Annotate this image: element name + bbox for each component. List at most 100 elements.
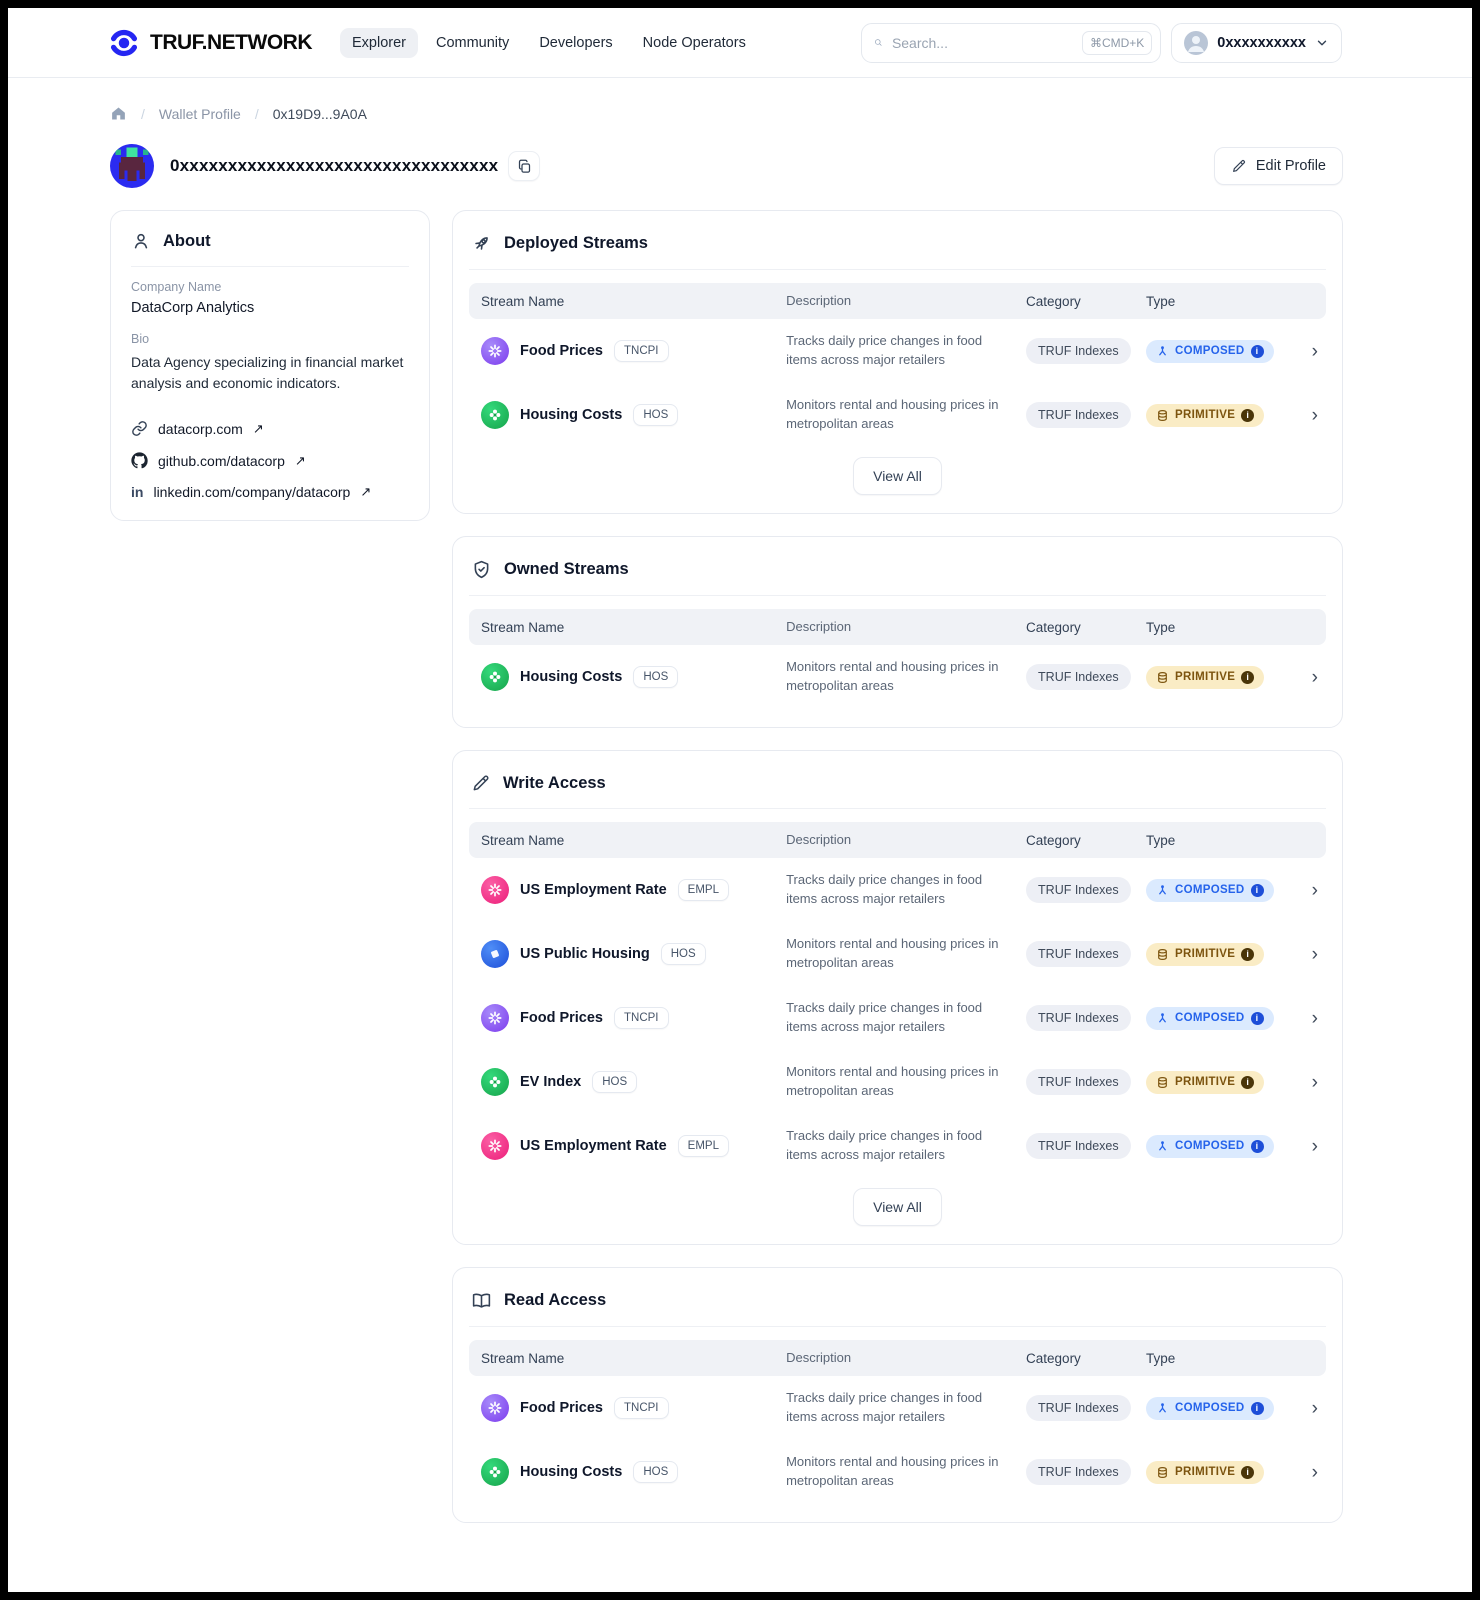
- category-badge: TRUF Indexes: [1026, 1069, 1131, 1095]
- github-link[interactable]: github.com/datacorp ↗: [131, 452, 409, 469]
- stream-description: Monitors rental and housing prices in me…: [786, 1454, 999, 1488]
- stream-icon: [481, 940, 509, 968]
- table-row[interactable]: Housing Costs HOS Monitors rental and hous…: [469, 645, 1326, 709]
- search-input[interactable]: [891, 34, 1073, 51]
- brand[interactable]: TRUF.NETWORK: [108, 27, 312, 59]
- table-row[interactable]: Food Prices TNCPI Tracks daily price chang…: [469, 1376, 1326, 1440]
- table-row[interactable]: Housing Costs HOS Monitors rental and hous…: [469, 1440, 1326, 1504]
- bio-label: Bio: [131, 332, 150, 346]
- table-rows: Housing Costs HOS Monitors rental and hous…: [469, 645, 1326, 709]
- info-icon[interactable]: i: [1241, 408, 1255, 422]
- stream-name: EV Index: [520, 1074, 582, 1090]
- type-label: COMPOSED: [1175, 884, 1245, 896]
- type-badge: PRIMITIVE i: [1146, 942, 1265, 966]
- edit-profile-button[interactable]: Edit Profile: [1213, 147, 1343, 185]
- type-label: COMPOSED: [1175, 1140, 1245, 1152]
- table-row[interactable]: US Public Housing HOS Monitors rental and …: [469, 922, 1326, 986]
- search-icon: [875, 39, 882, 46]
- type-badge: COMPOSED i: [1146, 339, 1274, 363]
- website-link[interactable]: datacorp.com ↗: [131, 420, 409, 437]
- info-icon[interactable]: i: [1250, 883, 1264, 897]
- composed-fork-icon: [1159, 884, 1166, 894]
- info-icon[interactable]: i: [1250, 1401, 1264, 1415]
- chevron-right-icon[interactable]: ›: [1296, 1463, 1326, 1482]
- home-icon[interactable]: [110, 105, 127, 122]
- composed-fork-icon: [1159, 1402, 1166, 1412]
- chevron-right-icon[interactable]: ›: [1296, 668, 1326, 687]
- account-menu-button[interactable]: 0xxxxxxxxxx: [1171, 22, 1342, 63]
- stream-description: Tracks daily price changes in food items…: [786, 333, 983, 367]
- top-navigation-bar: TRUF.NETWORK Explorer Community Develope…: [8, 8, 1472, 78]
- category-badge: TRUF Indexes: [1026, 1459, 1131, 1485]
- chevron-right-icon[interactable]: ›: [1296, 406, 1326, 425]
- info-icon[interactable]: i: [1241, 1075, 1255, 1089]
- chevron-right-icon[interactable]: ›: [1296, 342, 1326, 361]
- profile-header: 0xxxxxxxxxxxxxxxxxxxxxxxxxxxxxxxxx Edit …: [8, 122, 1472, 188]
- copy-address-button[interactable]: [508, 151, 541, 181]
- truf-logo-icon: [110, 29, 138, 56]
- primitive-database-icon: [1158, 1076, 1167, 1088]
- stream-name-cell: Food Prices TNCPI: [469, 1394, 786, 1422]
- stream-name-cell: Food Prices TNCPI: [469, 337, 786, 365]
- table-row[interactable]: US Employment Rate EMPL Tracks daily price…: [469, 858, 1326, 922]
- info-icon[interactable]: i: [1250, 344, 1264, 358]
- table-rows: US Employment Rate EMPL Tracks daily price…: [469, 858, 1326, 1178]
- external-arrow: ↗: [252, 420, 264, 436]
- streams-column: Deployed Streams Stream Name Description C…: [452, 210, 1343, 1523]
- stream-ticker-badge: TNCPI: [614, 340, 669, 362]
- chevron-right-icon[interactable]: ›: [1296, 1399, 1326, 1418]
- stream-icon: [481, 401, 509, 429]
- pencil-icon: [473, 775, 489, 791]
- breadcrumb-wallet-profile[interactable]: Wallet Profile: [159, 106, 241, 122]
- table-row[interactable]: Food Prices TNCPI Tracks daily price chang…: [469, 319, 1326, 383]
- section-title: Read Access: [504, 1291, 607, 1309]
- table-row[interactable]: EV Index HOS Monitors rental and housing p…: [469, 1050, 1326, 1114]
- nav-item-node-operators[interactable]: Node Operators: [631, 28, 758, 58]
- info-icon[interactable]: i: [1241, 947, 1255, 961]
- stream-name: Housing Costs: [520, 669, 623, 685]
- info-icon[interactable]: i: [1241, 670, 1255, 684]
- stream-name-cell: Housing Costs HOS: [469, 663, 786, 691]
- section-title: Write Access: [503, 773, 606, 792]
- linkedin-link[interactable]: in linkedin.com/company/datacorp ↗: [131, 484, 409, 500]
- column-header: Category: [1026, 293, 1081, 309]
- stream-name-cell: US Public Housing HOS: [469, 940, 786, 968]
- info-icon[interactable]: i: [1241, 1465, 1255, 1479]
- chevron-right-icon[interactable]: ›: [1296, 881, 1326, 900]
- view-all-button[interactable]: View All: [853, 457, 942, 495]
- nav-item-explorer[interactable]: Explorer: [339, 27, 418, 58]
- type-label: COMPOSED: [1175, 1012, 1245, 1024]
- type-label: COMPOSED: [1175, 1402, 1245, 1414]
- chevron-right-icon[interactable]: ›: [1296, 1137, 1326, 1156]
- chevron-right-icon[interactable]: ›: [1296, 1009, 1326, 1028]
- stream-ticker-badge: HOS: [660, 943, 706, 965]
- wallet-address: 0xxxxxxxxxxxxxxxxxxxxxxxxxxxxxxxxx: [170, 156, 499, 175]
- chevron-right-icon[interactable]: ›: [1296, 1073, 1326, 1092]
- view-all-button[interactable]: View All: [853, 1188, 942, 1226]
- column-header: Description: [786, 1349, 852, 1365]
- composed-fork-icon: [1159, 345, 1166, 355]
- table-row[interactable]: Food Prices TNCPI Tracks daily price chang…: [469, 986, 1326, 1050]
- search-box[interactable]: ⌘CMD+K: [861, 22, 1162, 63]
- table-row[interactable]: US Employment Rate EMPL Tracks daily price…: [469, 1114, 1326, 1178]
- wallet-identicon-avatar: [110, 144, 154, 188]
- about-title: About: [163, 231, 211, 250]
- info-icon[interactable]: i: [1250, 1011, 1264, 1025]
- nav-item-community[interactable]: Community: [424, 28, 521, 58]
- stream-description: Tracks daily price changes in food items…: [786, 872, 983, 906]
- table-rows: Food Prices TNCPI Tracks daily price chang…: [469, 1376, 1326, 1504]
- type-label: PRIMITIVE: [1175, 1076, 1236, 1088]
- book-open-icon: [472, 1293, 491, 1308]
- info-icon[interactable]: i: [1250, 1139, 1264, 1153]
- stream-ticker-badge: TNCPI: [614, 1007, 669, 1029]
- type-badge: PRIMITIVE i: [1146, 403, 1265, 427]
- nav-item-developers[interactable]: Developers: [527, 28, 624, 58]
- stream-ticker-badge: EMPL: [677, 1135, 729, 1157]
- chevron-right-icon[interactable]: ›: [1296, 945, 1326, 964]
- type-badge: PRIMITIVE i: [1146, 1070, 1265, 1094]
- breadcrumb-current-address: 0x19D9...9A0A: [272, 105, 367, 122]
- category-badge: TRUF Indexes: [1026, 1395, 1131, 1421]
- shield-check-icon: [474, 560, 489, 579]
- profile-links: datacorp.com ↗ github.com/datacorp ↗ in …: [131, 420, 409, 501]
- table-row[interactable]: Housing Costs HOS Monitors rental and hous…: [469, 383, 1326, 447]
